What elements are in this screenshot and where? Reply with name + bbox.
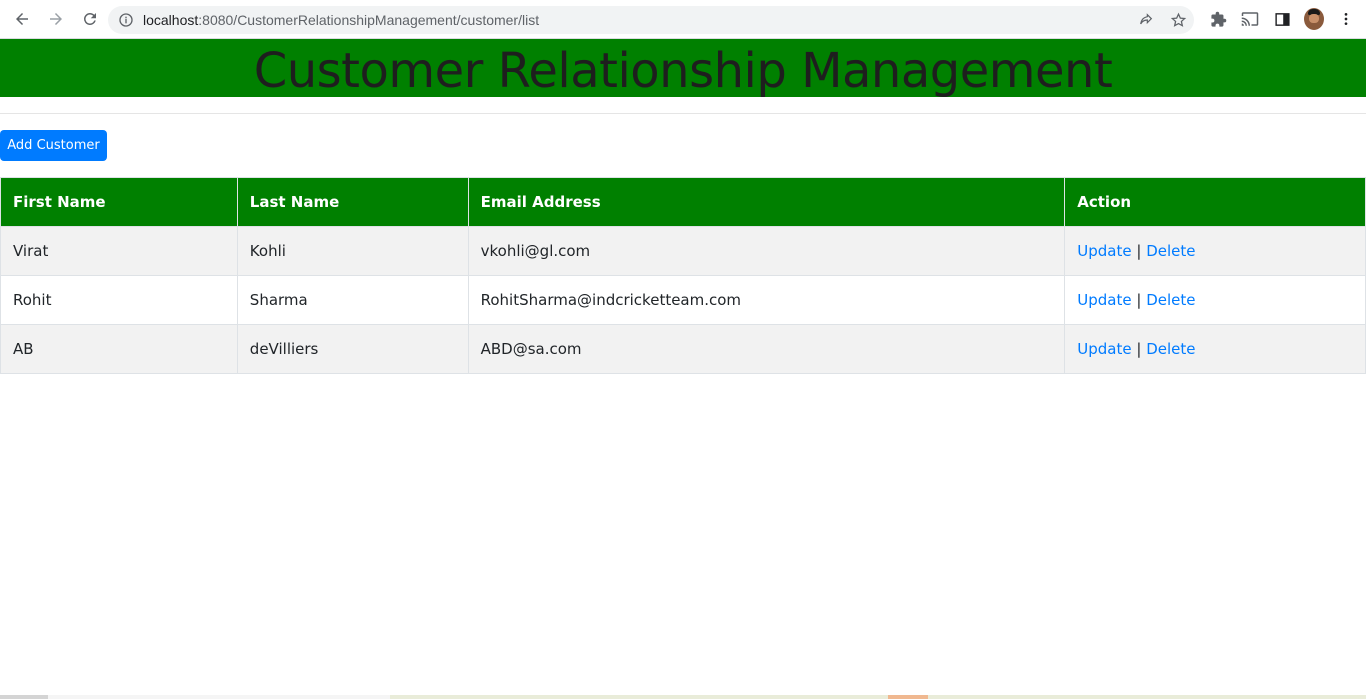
page-header: Customer Relationship Management <box>0 39 1366 99</box>
puzzle-icon[interactable] <box>1208 8 1228 30</box>
address-bar[interactable]: localhost:8080/CustomerRelationshipManag… <box>108 6 1194 34</box>
delete-link[interactable]: Delete <box>1146 340 1195 358</box>
update-link[interactable]: Update <box>1077 242 1131 260</box>
page-title: Customer Relationship Management <box>253 43 1113 99</box>
url-text[interactable]: localhost:8080/CustomerRelationshipManag… <box>143 12 539 28</box>
delete-link[interactable]: Delete <box>1146 242 1195 260</box>
arrow-left-icon <box>16 13 28 25</box>
cell-first-name: AB <box>0 324 238 374</box>
share-icon[interactable] <box>1136 10 1156 30</box>
url-path: :8080/CustomerRelationshipManagement/cus… <box>198 12 540 28</box>
cell-action: Update | Delete <box>1064 324 1366 374</box>
header-action: Action <box>1064 177 1366 227</box>
profile-avatar[interactable] <box>1304 8 1324 30</box>
header-last-name: Last Name <box>236 177 469 227</box>
cell-last-name: Sharma <box>236 275 469 325</box>
customer-table: First Name Last Name Email Address Actio… <box>0 177 1366 374</box>
arrow-right-icon <box>50 13 62 25</box>
add-customer-button[interactable]: Add Customer <box>0 130 107 161</box>
cell-action: Update | Delete <box>1064 275 1366 325</box>
taskbar-edge <box>0 695 1366 699</box>
table-row: AB deVilliers ABD@sa.com Update | Delete <box>0 324 1366 374</box>
table-row: Virat Kohli vkohli@gl.com Update | Delet… <box>0 226 1366 276</box>
header-first-name: First Name <box>0 177 238 227</box>
reload-icon <box>83 12 96 25</box>
update-link[interactable]: Update <box>1077 291 1131 309</box>
taskbar-segment <box>888 695 928 699</box>
action-separator: | <box>1136 242 1142 260</box>
star-icon[interactable] <box>1168 10 1188 30</box>
table-header-row: First Name Last Name Email Address Actio… <box>0 177 1366 227</box>
cell-email: ABD@sa.com <box>467 324 1066 374</box>
taskbar-segment <box>48 695 390 699</box>
url-host: localhost <box>143 12 199 28</box>
cell-first-name: Rohit <box>0 275 238 325</box>
update-link[interactable]: Update <box>1077 340 1131 358</box>
cast-icon[interactable] <box>1240 8 1260 30</box>
table-row: Rohit Sharma RohitSharma@indcricketteam.… <box>0 275 1366 325</box>
side-panel-icon[interactable] <box>1272 8 1292 30</box>
header-email: Email Address <box>467 177 1066 227</box>
avatar <box>1304 8 1324 30</box>
cell-email: vkohli@gl.com <box>467 226 1066 276</box>
delete-link[interactable]: Delete <box>1146 291 1195 309</box>
cell-first-name: Virat <box>0 226 238 276</box>
divider <box>0 113 1366 114</box>
action-separator: | <box>1136 340 1142 358</box>
browser-toolbar: localhost:8080/CustomerRelationshipManag… <box>0 0 1366 39</box>
taskbar-segment <box>0 695 48 699</box>
cell-email: RohitSharma@indcricketteam.com <box>467 275 1066 325</box>
action-separator: | <box>1136 291 1142 309</box>
back-button[interactable] <box>6 3 38 35</box>
forward-button[interactable] <box>40 3 72 35</box>
cell-last-name: Kohli <box>236 226 469 276</box>
reload-button[interactable] <box>74 3 106 35</box>
info-icon[interactable] <box>118 12 134 28</box>
cell-last-name: deVilliers <box>236 324 469 374</box>
cell-action: Update | Delete <box>1064 226 1366 276</box>
kebab-menu-icon[interactable] <box>1336 8 1356 30</box>
